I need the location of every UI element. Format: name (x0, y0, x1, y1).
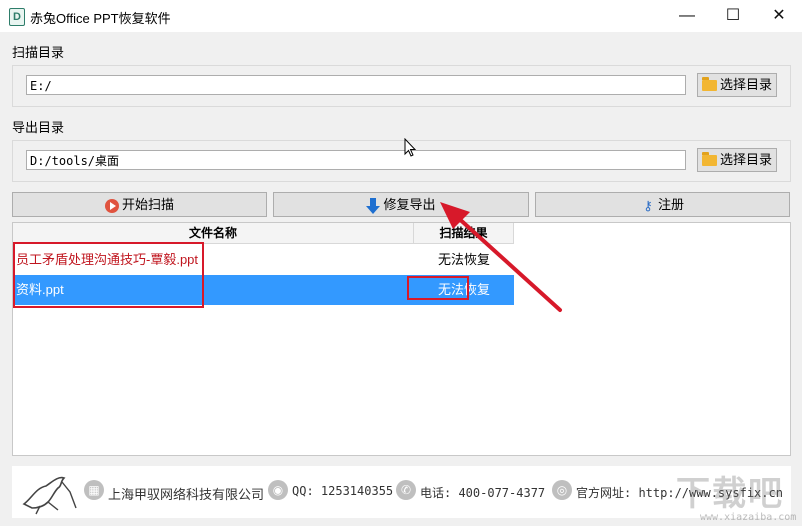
register-label: 注册 (657, 197, 684, 212)
watermark-logo: 下载吧 (676, 475, 784, 513)
footer-bar: ▦ 上海甲驭网络科技有限公司 ◉ QQ: 1253140355 ✆ 电话: 40… (12, 466, 791, 518)
key-icon: ⚷ (643, 197, 653, 213)
folder-icon (702, 77, 717, 91)
window-title: 赤兔Office PPT恢复软件 (30, 11, 171, 26)
scan-dir-group: E:/ 选择目录 (12, 65, 791, 107)
browse-label: 选择目录 (720, 77, 773, 92)
horse-logo-icon (22, 476, 77, 515)
repair-export-label: 修复导出 (383, 197, 436, 212)
result-highlight-box (407, 276, 469, 300)
title-bar: D 赤兔Office PPT恢复软件 — ☐ ✕ (0, 0, 802, 32)
register-button[interactable]: ⚷ 注册 (535, 192, 790, 217)
export-dir-label: 导出目录 (12, 120, 65, 135)
footer-company: 上海甲驭网络科技有限公司 (108, 487, 265, 502)
play-icon (104, 198, 119, 213)
app-icon: D (9, 8, 25, 26)
maximize-button[interactable]: ☐ (710, 0, 756, 32)
watermark-url: www.xiazaiba.com (700, 512, 797, 523)
browse-label: 选择目录 (720, 152, 773, 167)
scan-dir-label: 扫描目录 (12, 45, 65, 60)
mouse-cursor-icon (404, 138, 417, 157)
start-scan-button[interactable]: 开始扫描 (12, 192, 267, 217)
scan-dir-browse-button[interactable]: 选择目录 (697, 73, 777, 97)
start-scan-label: 开始扫描 (121, 197, 174, 212)
globe-icon: ◎ (552, 480, 572, 500)
filename-highlight-box (13, 242, 204, 308)
footer-phone: 电话: 400-077-4377 (420, 486, 546, 500)
export-dir-input[interactable]: D:/tools/桌面 (26, 150, 686, 170)
scan-result-cell: 无法恢复 (437, 252, 490, 267)
column-header-result[interactable]: 扫描结果 (414, 223, 514, 244)
export-dir-browse-button[interactable]: 选择目录 (697, 148, 777, 172)
column-header-filename[interactable]: 文件名称 (13, 223, 414, 244)
scan-dir-input[interactable]: E:/ (26, 75, 686, 95)
phone-icon: ✆ (396, 480, 416, 500)
export-dir-group: D:/tools/桌面 选择目录 (12, 140, 791, 182)
download-arrow-icon (366, 197, 381, 214)
footer-qq: QQ: 1253140355 (292, 484, 394, 498)
close-button[interactable]: ✕ (756, 0, 802, 32)
qq-icon: ◉ (268, 480, 288, 500)
folder-icon (702, 152, 717, 166)
building-icon: ▦ (84, 480, 104, 500)
minimize-button[interactable]: — (664, 0, 710, 32)
repair-export-button[interactable]: 修复导出 (273, 192, 529, 217)
